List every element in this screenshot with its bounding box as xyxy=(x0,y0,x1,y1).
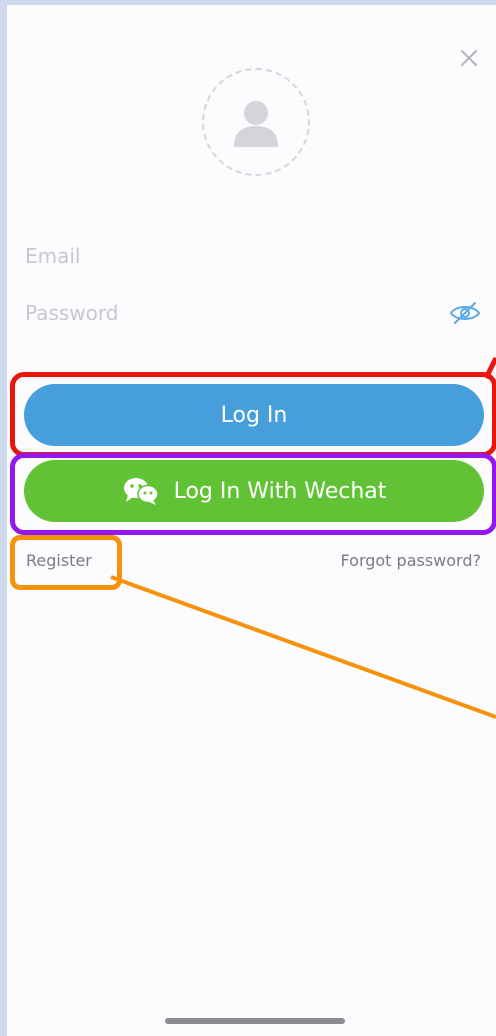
forgot-password-link[interactable]: Forgot password? xyxy=(341,551,481,570)
login-button[interactable]: Log In xyxy=(24,384,484,446)
email-field[interactable] xyxy=(25,236,481,276)
close-icon xyxy=(461,50,477,66)
home-indicator xyxy=(165,1018,345,1024)
avatar[interactable] xyxy=(202,68,310,176)
password-field[interactable] xyxy=(25,293,481,333)
login-button-label: Log In xyxy=(220,402,288,428)
register-link[interactable]: Register xyxy=(26,551,92,570)
login-screen: Log In Log In With Wechat Register Forgo… xyxy=(7,5,496,1036)
wechat-login-button[interactable]: Log In With Wechat xyxy=(24,460,484,522)
user-avatar-placeholder-icon xyxy=(234,101,278,147)
eye-slash-icon xyxy=(449,302,481,324)
close-button[interactable] xyxy=(454,43,484,73)
password-visibility-toggle[interactable] xyxy=(445,297,485,329)
wechat-login-label: Log In With Wechat xyxy=(173,478,387,504)
wechat-icon xyxy=(122,475,160,507)
